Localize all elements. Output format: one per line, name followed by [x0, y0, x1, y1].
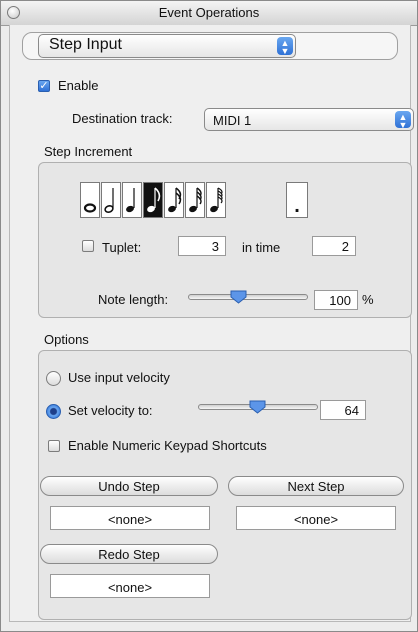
numeric-keypad-checkbox[interactable]: [48, 440, 60, 452]
redo-step-value: <none>: [50, 574, 210, 598]
dotted-note-toggle[interactable]: .: [286, 182, 308, 218]
use-input-velocity-radio[interactable]: [46, 371, 61, 386]
in-time-label: in time: [242, 240, 281, 255]
note-length-field[interactable]: 100: [314, 290, 358, 310]
tuplet-numerator-field[interactable]: 3: [178, 236, 226, 256]
undo-step-button[interactable]: Undo Step: [40, 476, 218, 496]
sixty-fourth-note-icon[interactable]: [206, 182, 226, 218]
quarter-note-icon[interactable]: [122, 182, 142, 218]
enable-label: Enable: [58, 78, 99, 93]
tuplet-denominator-field[interactable]: 2: [312, 236, 356, 256]
undo-step-value: <none>: [50, 506, 210, 530]
mode-popup-label: Step Input: [49, 36, 122, 53]
destination-track-value: MIDI 1: [213, 113, 252, 128]
velocity-field[interactable]: 64: [320, 400, 366, 420]
note-length-slider[interactable]: [188, 294, 308, 300]
options-heading: Options: [44, 332, 89, 347]
use-input-velocity-label: Use input velocity: [68, 370, 170, 385]
enable-checkbox[interactable]: ✓: [38, 80, 50, 92]
next-step-button[interactable]: Next Step: [228, 476, 404, 496]
whole-note-icon[interactable]: [80, 182, 100, 218]
set-velocity-radio[interactable]: [46, 404, 61, 419]
eighth-note-icon[interactable]: [143, 182, 163, 218]
half-note-icon[interactable]: [101, 182, 121, 218]
updown-arrows-icon: ▲ ▼: [395, 111, 411, 130]
window-title: Event Operations: [158, 5, 260, 20]
next-step-value: <none>: [236, 506, 396, 530]
thirty-second-note-icon[interactable]: [185, 182, 205, 218]
title-bar[interactable]: Event Operations: [1, 1, 417, 26]
slider-thumb-icon[interactable]: [230, 290, 247, 304]
tuplet-checkbox[interactable]: [82, 240, 94, 252]
note-length-label: Note length:: [98, 292, 169, 307]
destination-track-popup[interactable]: MIDI 1 ▲ ▼: [204, 108, 414, 131]
sixteenth-note-icon[interactable]: [164, 182, 184, 218]
mode-popup[interactable]: Step Input ▲ ▼: [38, 34, 296, 58]
set-velocity-label: Set velocity to:: [68, 403, 153, 418]
slider-thumb-icon[interactable]: [249, 400, 266, 414]
tuplet-label: Tuplet:: [102, 240, 142, 255]
dot-label: .: [294, 195, 300, 217]
redo-step-button[interactable]: Redo Step: [40, 544, 218, 564]
step-increment-heading: Step Increment: [44, 144, 133, 159]
note-length-unit: %: [362, 292, 374, 307]
numeric-keypad-label: Enable Numeric Keypad Shortcuts: [68, 438, 267, 453]
destination-track-label: Destination track:: [72, 111, 173, 126]
updown-arrows-icon: ▲ ▼: [277, 37, 293, 56]
